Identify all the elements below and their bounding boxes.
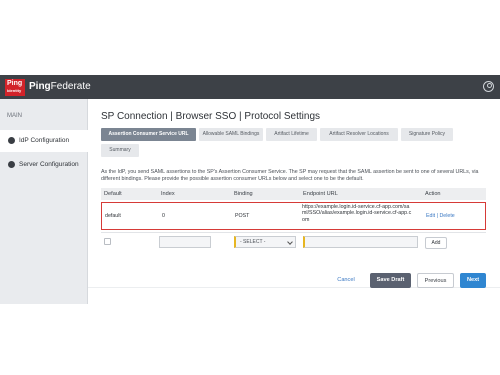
product-name: PingFederate [29, 81, 91, 93]
logo-subtext: Identity [7, 88, 22, 93]
chevron-down-icon [287, 239, 293, 245]
sidebar-section-label: MAIN [7, 113, 22, 119]
header-endpoint-url: Endpoint URL [303, 191, 338, 197]
app-window: Ping Identity PingFederate MAIN IdP Conf… [0, 75, 500, 304]
header-binding: Binding [234, 191, 253, 197]
page-title: SP Connection | Browser SSO | Protocol S… [101, 111, 321, 122]
header-index: Index [161, 191, 175, 197]
server-configuration-icon [8, 161, 15, 168]
tab-summary[interactable]: Summary [101, 144, 139, 157]
edit-delete-links[interactable]: Edit | Delete [426, 213, 455, 219]
idp-configuration-icon [8, 137, 15, 144]
sidebar-item-server-configuration[interactable]: Server Configuration [0, 154, 88, 176]
tab-artifact-lifetime[interactable]: Artifact Lifetime [266, 128, 317, 141]
tab-artifact-resolver-locations[interactable]: Artifact Resolver Locations [320, 128, 398, 141]
endpoint-url-input[interactable] [303, 236, 418, 248]
tab-allowable-saml-bindings[interactable]: Allowable SAML Bindings [199, 128, 263, 141]
cell-endpoint-url: https://example.login.id-service.cf-app.… [302, 204, 412, 223]
cancel-button[interactable]: Cancel [331, 273, 361, 288]
previous-button[interactable]: Previous [417, 273, 454, 288]
main-content: SP Connection | Browser SSO | Protocol S… [88, 99, 500, 304]
table-row: default 0 POST https://example.login.id-… [101, 202, 486, 230]
next-button[interactable]: Next [460, 273, 486, 288]
binding-select-value: - SELECT - [240, 239, 266, 245]
header-action: Action [425, 191, 441, 197]
new-endpoint-row: - SELECT - Add [101, 232, 486, 252]
brand-prefix: Ping [29, 81, 51, 92]
page-description: As the IdP, you send SAML assertions to … [101, 169, 479, 182]
user-account-icon[interactable] [483, 81, 494, 92]
header-default: Default [104, 191, 122, 197]
ping-logo: Ping Identity [5, 79, 25, 96]
sidebar-item-idp-configuration[interactable]: IdP Configuration [0, 130, 88, 152]
brand-suffix: Federate [50, 81, 91, 92]
cell-binding: POST [235, 213, 250, 219]
sidebar: MAIN IdP Configuration Server Configurat… [0, 99, 88, 304]
sidebar-item-label: Server Configuration [19, 161, 79, 168]
table-header: Default Index Binding Endpoint URL Actio… [101, 188, 486, 200]
index-input[interactable] [159, 236, 211, 248]
cell-default: default [105, 213, 121, 219]
binding-select[interactable]: - SELECT - [234, 236, 296, 248]
sidebar-item-label: IdP Configuration [19, 137, 70, 144]
cell-index: 0 [162, 213, 165, 219]
logo-text: Ping [7, 80, 23, 87]
add-button[interactable]: Add [425, 237, 447, 249]
tab-signature-policy[interactable]: Signature Policy [401, 128, 453, 141]
save-draft-button[interactable]: Save Draft [370, 273, 411, 288]
top-bar: Ping Identity PingFederate [0, 75, 500, 99]
default-checkbox[interactable] [104, 238, 111, 245]
tab-assertion-consumer-service-url[interactable]: Assertion Consumer Service URL [101, 128, 196, 141]
